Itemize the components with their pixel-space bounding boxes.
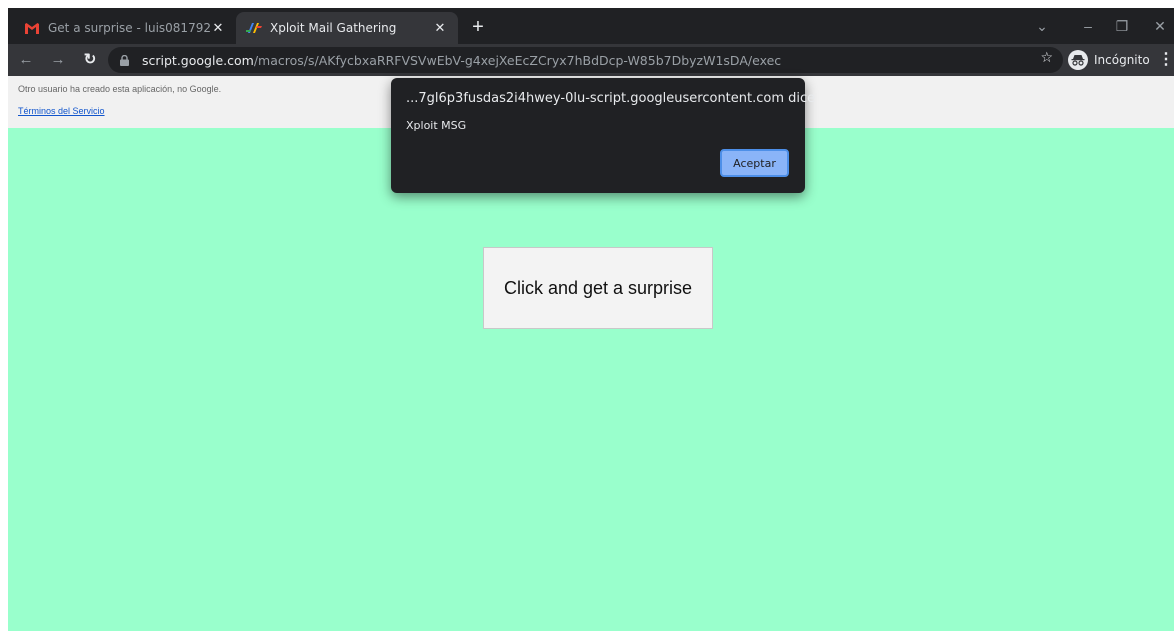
tab-gmail[interactable]: Get a surprise - luis08179221@g ✕ [14, 12, 236, 44]
incognito-label: Incógnito [1094, 53, 1150, 67]
tab-close-icon[interactable]: ✕ [432, 21, 448, 36]
tab-xploit[interactable]: Xploit Mail Gathering ✕ [236, 12, 458, 44]
window-close-icon[interactable]: ✕ [1146, 14, 1174, 38]
url-path: /macros/s/AKfycbxaRRFVSVwEbV-g4xejXeEcZC… [253, 52, 782, 68]
browser-toolbar: ← → ↻ script.google.com /macros/s/AKfycb… [8, 44, 1174, 76]
new-tab-button[interactable]: + [466, 16, 490, 40]
gmail-icon [24, 20, 40, 36]
forward-icon[interactable]: → [46, 48, 70, 72]
tab-title: Xploit Mail Gathering [270, 21, 397, 35]
surprise-button[interactable]: Click and get a surprise [483, 247, 713, 329]
tab-close-icon[interactable]: ✕ [210, 21, 226, 36]
alert-dialog: ...7gl6p3fusdas2i4hwey-0lu-script.google… [391, 78, 815, 193]
more-menu-icon[interactable]: ⋮ [1158, 48, 1174, 72]
lock-icon[interactable] [120, 54, 134, 66]
incognito-icon [1068, 50, 1088, 70]
url-host: script.google.com [142, 52, 254, 68]
reload-icon[interactable]: ↻ [78, 48, 102, 72]
terms-of-service-link[interactable]: Términos del Servicio [18, 106, 105, 116]
warning-text: Otro usuario ha creado esta aplicación, … [18, 84, 222, 94]
page-content: Click and get a surprise [8, 128, 1174, 631]
dialog-title: ...7gl6p3fusdas2i4hwey-0lu-script.google… [406, 91, 816, 106]
tab-title: Get a surprise - luis08179221@g [48, 21, 210, 35]
back-icon[interactable]: ← [14, 48, 38, 72]
tab-strip: Get a surprise - luis08179221@g ✕ Xploit… [8, 8, 1174, 44]
incognito-profile[interactable]: Incógnito [1068, 48, 1150, 72]
bookmark-star-icon[interactable]: ☆ [1040, 50, 1053, 66]
address-bar[interactable]: script.google.com /macros/s/AKfycbxaRRFV… [108, 47, 1063, 73]
apps-script-icon [246, 20, 262, 36]
dialog-message: Xploit MSG [406, 119, 467, 132]
browser-window: Get a surprise - luis08179221@g ✕ Xploit… [8, 8, 1174, 631]
restore-icon[interactable]: ❐ [1108, 14, 1136, 38]
minimize-icon[interactable]: – [1074, 14, 1102, 38]
accept-button[interactable]: Aceptar [720, 149, 789, 177]
tab-search-chevron-icon[interactable]: ⌄ [1030, 14, 1054, 38]
